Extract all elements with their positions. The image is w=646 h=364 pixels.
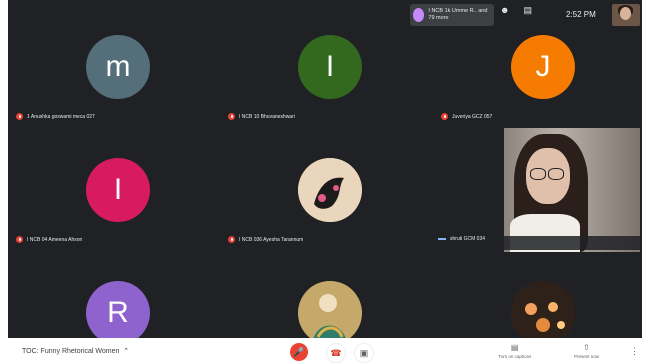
captions-button[interactable]: ▤ Turn on captions: [498, 343, 531, 359]
participant-name: I NCB 10 Bhuvaneshwari: [239, 113, 295, 120]
photo-art-icon: [511, 281, 575, 345]
avatar-initial: I: [113, 173, 123, 206]
participant-avatar: R: [86, 281, 150, 345]
mic-off-icon: [228, 236, 235, 243]
present-icon: ⇧: [583, 343, 590, 352]
present-label: Present now: [574, 354, 600, 359]
mic-off-icon: [16, 113, 23, 120]
people-icon[interactable]: ☻: [500, 5, 509, 16]
meeting-title[interactable]: TOC: Funny Rhetorical Women ⌃: [22, 347, 129, 355]
chat-icon[interactable]: ▤: [523, 5, 532, 16]
mic-off-icon: [441, 113, 448, 120]
speaking-indicator-icon: [438, 238, 446, 240]
leave-call-button[interactable]: ☎: [326, 343, 346, 363]
mic-off-icon: [16, 236, 23, 243]
participant-video: [504, 128, 640, 252]
chevron-up-icon: ⌃: [121, 348, 130, 355]
participant-name-tag: I NCB 10 Bhuvaneshwari: [228, 113, 295, 120]
photo-art-icon: [298, 158, 362, 222]
mic-toggle-button[interactable]: 🎤: [290, 343, 308, 361]
bottom-bar: TOC: Funny Rhetorical Women ⌃ 🎤 ☎ ▣ ▤ Tu…: [8, 338, 642, 364]
mic-off-icon: [228, 113, 235, 120]
avatar-initial: R: [107, 296, 129, 329]
more-options-icon[interactable]: ⋮: [630, 346, 639, 357]
participant-photo: [298, 281, 362, 345]
avatar-initial: m: [105, 50, 131, 83]
participants-chip[interactable]: I NCB 1k Umme R.. and 79 more: [410, 4, 494, 26]
participant-avatar: m: [86, 35, 150, 99]
participant-name: I NCB 04 Ameena Ahson: [27, 236, 83, 243]
captions-icon: ▤: [510, 343, 519, 352]
participant-name-tag: shruti GCM 034: [438, 236, 485, 242]
participant-avatar: I: [86, 158, 150, 222]
video-name-bar: [504, 236, 640, 250]
camera-icon: ▣: [359, 347, 369, 358]
participant-name: shruti GCM 034: [450, 236, 486, 242]
glasses-right: [548, 168, 564, 180]
meeting-title-text: TOC: Funny Rhetorical Women: [22, 348, 120, 355]
photo-art-icon: [298, 281, 362, 345]
participant-name: I NCB 036 Ayesha Tarannum: [239, 236, 304, 243]
participant-name: Juveriya GCZ 057: [452, 113, 493, 120]
clock: 2:52 PM: [566, 10, 596, 19]
participant-name-tag: I NCB 04 Ameena Ahson: [16, 236, 82, 243]
participant-photo: [511, 281, 575, 345]
glasses-left: [530, 168, 546, 180]
self-view-face: [620, 7, 631, 20]
avatar-initial: I: [325, 50, 335, 83]
avatar-initial: J: [535, 50, 551, 83]
participant-name-tag: I NCB 036 Ayesha Tarannum: [228, 236, 303, 243]
hang-up-icon: ☎: [330, 347, 342, 358]
present-button[interactable]: ⇧ Present now: [574, 343, 599, 359]
camera-toggle-button[interactable]: ▣: [354, 343, 374, 363]
self-view-thumbnail[interactable]: [612, 4, 640, 26]
participants-chip-label: I NCB 1k Umme R.. and 79 more: [428, 8, 488, 21]
top-bar: I NCB 1k Umme R.. and 79 more ☻ ▤ 2:52 P…: [0, 0, 646, 30]
mic-off-icon: 🎤: [293, 346, 305, 357]
participant-avatar-icon: [413, 8, 425, 22]
participant-name: 1 Anushka goswami meca 027: [27, 113, 95, 120]
participant-name-tag: Juveriya GCZ 057: [441, 113, 492, 120]
participant-photo: [298, 158, 362, 222]
participant-avatar: J: [511, 35, 575, 99]
top-icons: ☻ ▤: [500, 5, 532, 16]
participant-avatar: I: [298, 35, 362, 99]
participant-name-tag: 1 Anushka goswami meca 027: [16, 113, 95, 120]
captions-label: Turn on captions: [498, 354, 532, 359]
